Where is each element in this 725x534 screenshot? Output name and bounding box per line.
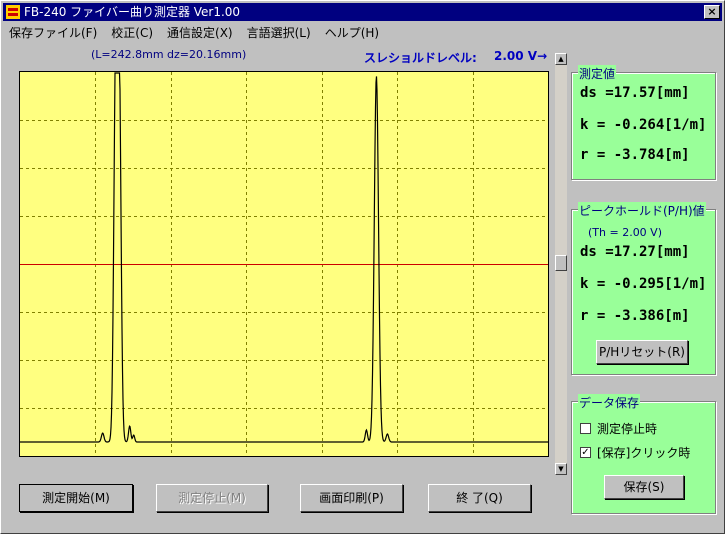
app-icon: [6, 5, 20, 19]
save-on-click-checkbox[interactable]: ✓: [580, 447, 591, 458]
measured-k: k = -0.264[1/m]: [580, 117, 707, 133]
signal-trace: [20, 72, 548, 443]
peak-r: r = -3.386[m]: [580, 308, 690, 324]
save-on-click-option[interactable]: ✓ [保存]クリック時: [580, 444, 690, 461]
save-button[interactable]: 保存(S): [604, 475, 684, 499]
peak-hold-panel: ピークホールド(P/H)値 (Th = 2.00 V) ds =17.27[mm…: [571, 202, 716, 375]
waveform-plot: [19, 71, 549, 457]
peak-ds: ds =17.27[mm]: [580, 244, 690, 260]
arrow-down-icon: ▼: [558, 465, 564, 473]
window-title: FB-240 ファイバー曲り測定器 Ver1.00: [24, 5, 241, 19]
threshold-label: スレショルドレベル:: [364, 51, 477, 65]
main-window: FB-240 ファイバー曲り測定器 Ver1.00 × 保存ファイル(F) 校正…: [0, 0, 725, 534]
print-screen-button[interactable]: 画面印刷(P): [300, 484, 403, 512]
threshold-value: 2.00 V→: [494, 49, 548, 63]
save-on-click-label: [保存]クリック時: [597, 446, 691, 460]
close-icon: ×: [707, 5, 717, 18]
menu-comm-settings[interactable]: 通信設定(X): [160, 24, 240, 41]
data-save-panel: データ保存 測定停止時 ✓ [保存]クリック時 保存(S): [571, 394, 716, 514]
measured-r: r = -3.784[m]: [580, 147, 690, 163]
measured-values-title: 測定値: [578, 65, 617, 82]
start-measure-button[interactable]: 測定開始(M): [19, 484, 133, 512]
ph-reset-button[interactable]: P/Hリセット(R): [596, 340, 688, 364]
menu-help[interactable]: ヘルプ(H): [318, 24, 386, 41]
stop-measure-button[interactable]: 測定停止(M): [156, 484, 268, 512]
peak-hold-threshold-note: (Th = 2.00 V): [588, 226, 662, 239]
scroll-down-button[interactable]: ▼: [555, 463, 567, 475]
menu-calibration[interactable]: 校正(C): [104, 24, 160, 41]
peak-hold-title: ピークホールド(P/H)値: [578, 202, 706, 219]
peak-k: k = -0.295[1/m]: [580, 276, 707, 292]
close-button[interactable]: ×: [704, 5, 720, 19]
scroll-thumb[interactable]: [555, 255, 567, 271]
save-on-stop-label: 測定停止時: [597, 422, 658, 436]
length-info: (L=242.8mm dz=20.16mm): [91, 48, 247, 61]
title-bar[interactable]: FB-240 ファイバー曲り測定器 Ver1.00 ×: [3, 3, 722, 21]
save-on-stop-option[interactable]: 測定停止時: [580, 420, 657, 437]
measured-values-panel: 測定値 ds =17.57[mm] k = -0.264[1/m] r = -3…: [571, 65, 716, 180]
exit-button[interactable]: 終 了(Q): [428, 484, 531, 512]
scroll-up-button[interactable]: ▲: [555, 53, 567, 65]
menu-language[interactable]: 言語選択(L): [240, 24, 318, 41]
threshold-scrollbar[interactable]: ▲ ▼: [555, 53, 567, 475]
save-on-stop-checkbox[interactable]: [580, 423, 591, 434]
arrow-up-icon: ▲: [558, 55, 564, 63]
menu-save-file[interactable]: 保存ファイル(F): [3, 24, 104, 41]
waveform-svg: [20, 72, 548, 456]
menu-bar: 保存ファイル(F) 校正(C) 通信設定(X) 言語選択(L) ヘルプ(H): [3, 22, 722, 42]
data-save-title: データ保存: [578, 394, 641, 411]
measured-ds: ds =17.57[mm]: [580, 85, 690, 101]
